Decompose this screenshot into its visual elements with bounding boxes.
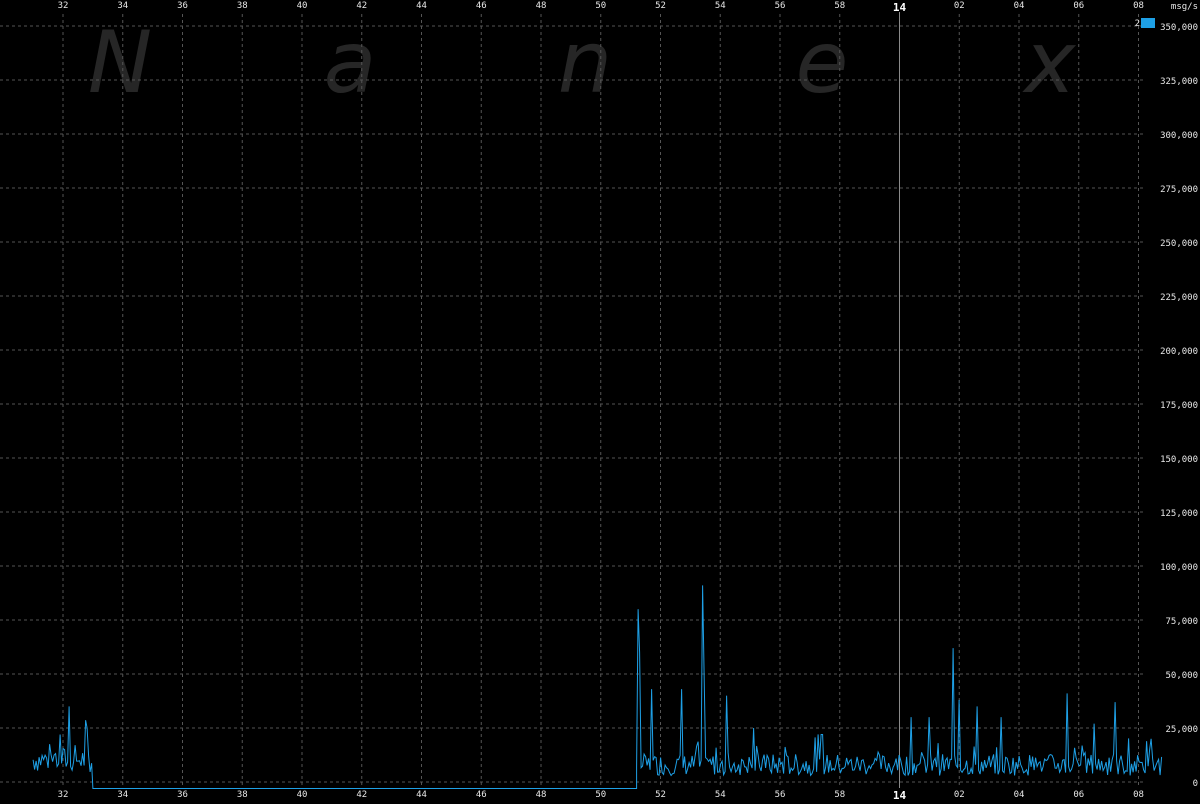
legend-swatch bbox=[1141, 18, 1155, 28]
y-tick-label: 325,000 bbox=[1160, 77, 1198, 87]
x-tick-label-top: 44 bbox=[416, 1, 427, 11]
x-tick-label-bottom: 54 bbox=[715, 790, 726, 800]
plot-background bbox=[0, 0, 1200, 800]
y-tick-label: 50,000 bbox=[1165, 671, 1198, 681]
x-tick-label-top: 56 bbox=[775, 1, 786, 11]
x-tick-label-top: 04 bbox=[1014, 1, 1025, 11]
x-tick-label-bottom: 04 bbox=[1014, 790, 1025, 800]
x-tick-label-top: 08 bbox=[1133, 1, 1144, 11]
x-tick-label-bottom: 36 bbox=[177, 790, 188, 800]
y-tick-label: 125,000 bbox=[1160, 509, 1198, 519]
x-tick-label-top: 40 bbox=[297, 1, 308, 11]
x-tick-label-top: 36 bbox=[177, 1, 188, 11]
x-tick-label-top: 54 bbox=[715, 1, 726, 11]
y-unit-label: msg/s bbox=[1171, 2, 1198, 12]
x-tick-label-top: 46 bbox=[476, 1, 487, 11]
x-tick-label-bottom: 50 bbox=[595, 790, 606, 800]
x-tick-label-bottom: 14 bbox=[893, 789, 907, 800]
y-tick-label: 75,000 bbox=[1165, 617, 1198, 627]
nanex-message-rate-chart: Nanex 32 34 36 38 40 42 44 46 48 50 52 54 56 58 14 02 04… bbox=[0, 0, 1200, 802]
y-tick-label: 225,000 bbox=[1160, 293, 1198, 303]
y-tick-label: 25,000 bbox=[1165, 725, 1198, 735]
y-tick-label: 275,000 bbox=[1160, 185, 1198, 195]
x-tick-label-top: 38 bbox=[237, 1, 248, 11]
x-tick-label-bottom: 38 bbox=[237, 790, 248, 800]
x-tick-label-bottom: 56 bbox=[775, 790, 786, 800]
y-tick-label: 300,000 bbox=[1160, 131, 1198, 141]
watermark-letter: n bbox=[558, 13, 613, 113]
chart-svg: Nanex 32 34 36 38 40 42 44 46 48 50 52 54 56 58 14 02 04… bbox=[0, 0, 1200, 802]
x-tick-label-bottom: 32 bbox=[58, 790, 69, 800]
x-tick-label-bottom: 06 bbox=[1073, 790, 1084, 800]
x-tick-label-top: 42 bbox=[356, 1, 367, 11]
y-tick-label: 0 bbox=[1193, 779, 1198, 789]
x-tick-label-top: 32 bbox=[58, 1, 69, 11]
y-tick-label: 200,000 bbox=[1160, 347, 1198, 357]
watermark-letter: a bbox=[324, 13, 377, 113]
x-tick-label-top: 02 bbox=[954, 1, 965, 11]
x-tick-label-top: 06 bbox=[1073, 1, 1084, 11]
x-tick-label-top: 34 bbox=[117, 1, 128, 11]
x-tick-label-bottom: 52 bbox=[655, 790, 666, 800]
legend-label: 2 bbox=[1135, 19, 1140, 29]
x-tick-label-top: 14 bbox=[893, 1, 907, 14]
x-tick-label-bottom: 40 bbox=[297, 790, 308, 800]
y-tick-label: 250,000 bbox=[1160, 239, 1198, 249]
watermark-letter: N bbox=[88, 13, 152, 113]
x-tick-label-bottom: 58 bbox=[834, 790, 845, 800]
x-tick-label-bottom: 08 bbox=[1133, 790, 1144, 800]
x-tick-label-bottom: 02 bbox=[954, 790, 965, 800]
x-tick-label-bottom: 44 bbox=[416, 790, 427, 800]
y-tick-label: 100,000 bbox=[1160, 563, 1198, 573]
x-tick-label-bottom: 42 bbox=[356, 790, 367, 800]
x-tick-label-top: 48 bbox=[536, 1, 547, 11]
legend: 2 bbox=[1135, 18, 1155, 29]
x-tick-label-top: 58 bbox=[834, 1, 845, 11]
y-tick-label: 150,000 bbox=[1160, 455, 1198, 465]
watermark-letter: x bbox=[1022, 13, 1077, 113]
watermark-letter: e bbox=[796, 13, 849, 113]
x-tick-label-top: 52 bbox=[655, 1, 666, 11]
x-tick-label-bottom: 46 bbox=[476, 790, 487, 800]
x-tick-label-top: 50 bbox=[595, 1, 606, 11]
y-tick-label: 350,000 bbox=[1160, 23, 1198, 33]
y-tick-label: 175,000 bbox=[1160, 401, 1198, 411]
x-tick-label-bottom: 34 bbox=[117, 790, 128, 800]
x-tick-label-bottom: 48 bbox=[536, 790, 547, 800]
